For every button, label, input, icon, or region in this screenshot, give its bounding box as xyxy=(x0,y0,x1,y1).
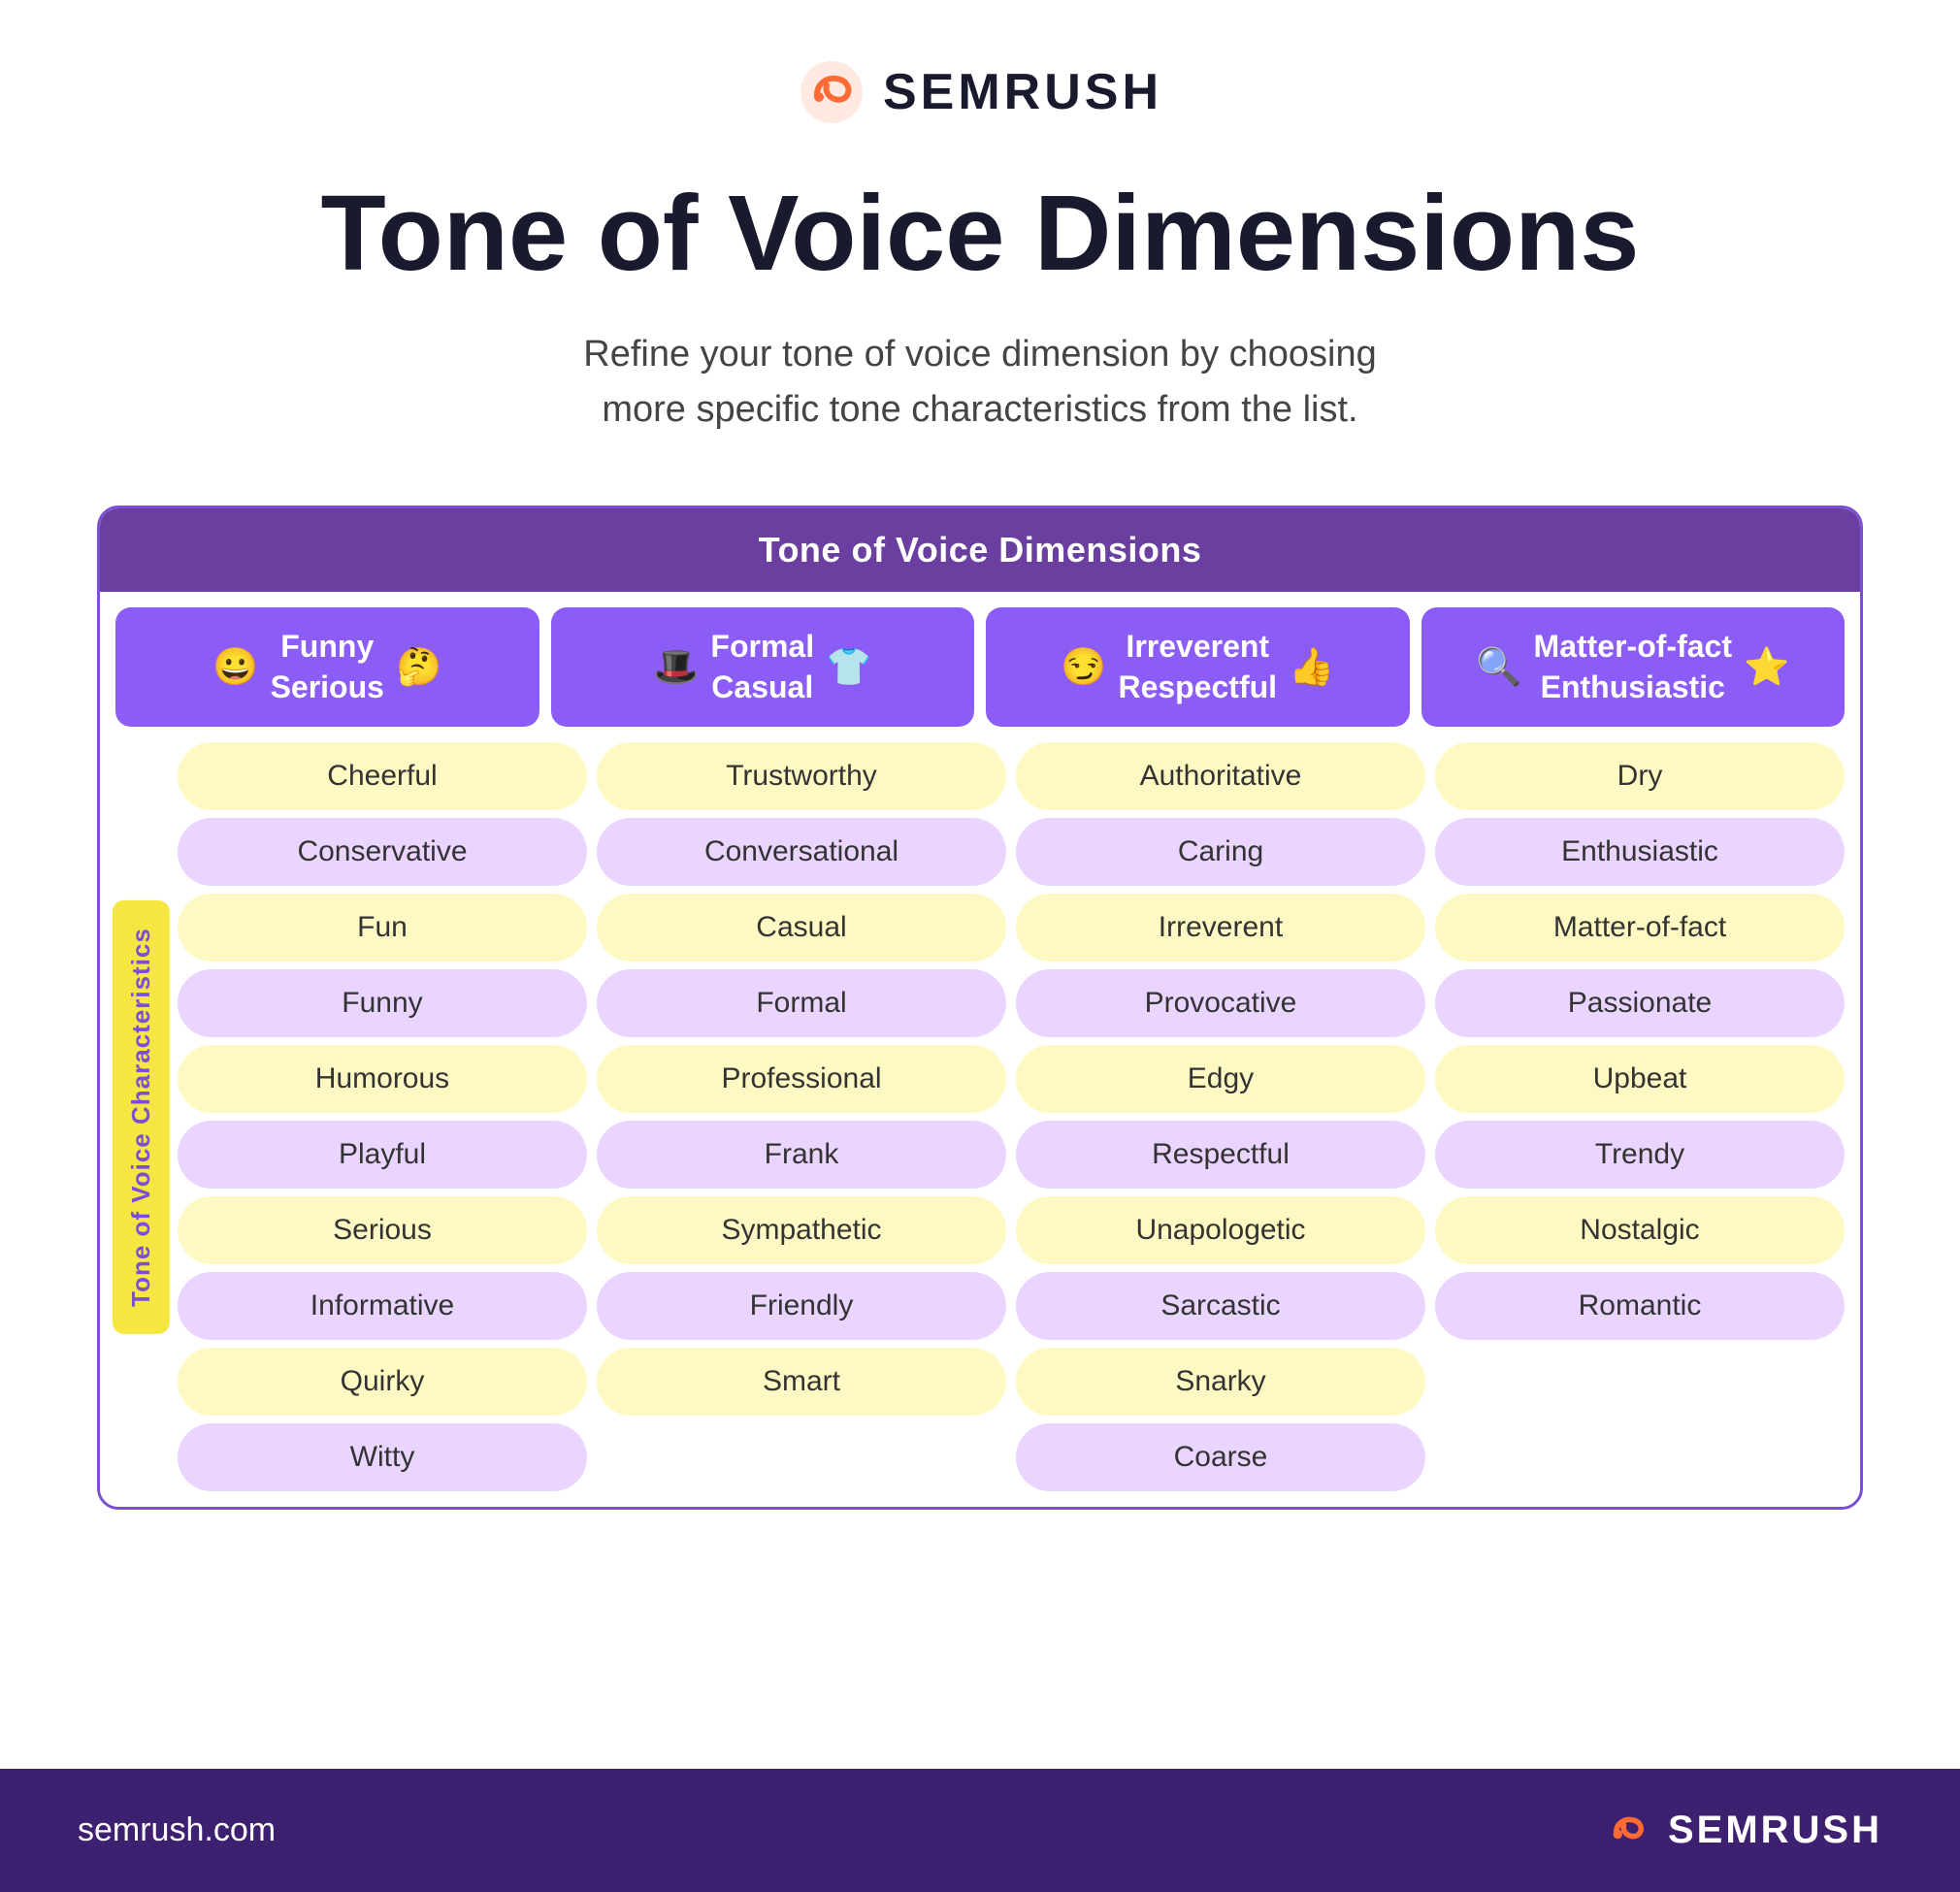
cell-r0c2: Authoritative xyxy=(1016,742,1425,810)
cell-r2c0: Fun xyxy=(178,894,587,962)
cell-r7c1: Friendly xyxy=(597,1272,1006,1340)
col4-emoji-right: ⭐ xyxy=(1744,646,1789,689)
cell-r4c3: Upbeat xyxy=(1435,1045,1845,1113)
cell-r3c1: Formal xyxy=(597,969,1006,1037)
cell-r7c0: Informative xyxy=(178,1272,587,1340)
col-header-matter-enthusiastic: 🔍 Matter-of-factEnthusiastic ⭐ xyxy=(1421,607,1846,727)
cell-r6c1: Sympathetic xyxy=(597,1196,1006,1264)
cell-r5c0: Playful xyxy=(178,1121,587,1189)
cell-r9c1 xyxy=(597,1423,1006,1491)
footer-logo-text: SEMRUSH xyxy=(1668,1809,1882,1852)
col1-emoji-right: 🤔 xyxy=(396,646,441,689)
col2-emoji-left: 🎩 xyxy=(653,646,699,689)
footer-url: semrush.com xyxy=(78,1811,276,1849)
cell-r9c3 xyxy=(1435,1423,1845,1491)
cell-r7c3: Romantic xyxy=(1435,1272,1845,1340)
cell-r9c0: Witty xyxy=(178,1423,587,1491)
cell-r8c1: Smart xyxy=(597,1348,1006,1416)
col1-emoji-left: 😀 xyxy=(212,646,258,689)
cell-r7c2: Sarcastic xyxy=(1016,1272,1425,1340)
cell-r3c3: Passionate xyxy=(1435,969,1845,1037)
cell-r5c2: Respectful xyxy=(1016,1121,1425,1189)
table-row: Cheerful Trustworthy Authoritative Dry xyxy=(178,742,1845,810)
footer-logo: SEMRUSH xyxy=(1601,1804,1882,1857)
cell-r8c3 xyxy=(1435,1348,1845,1416)
table-header-title: Tone of Voice Dimensions xyxy=(100,508,1860,592)
logo-area: SEMRUSH xyxy=(798,58,1162,126)
table-row: Serious Sympathetic Unapologetic Nostalg… xyxy=(178,1196,1845,1264)
cell-r0c0: Cheerful xyxy=(178,742,587,810)
col3-emoji-left: 😏 xyxy=(1061,646,1106,689)
table-row: Informative Friendly Sarcastic Romantic xyxy=(178,1272,1845,1340)
cell-r9c2: Coarse xyxy=(1016,1423,1425,1491)
cell-r6c0: Serious xyxy=(178,1196,587,1264)
cell-r8c2: Snarky xyxy=(1016,1348,1425,1416)
table-row: Humorous Professional Edgy Upbeat xyxy=(178,1045,1845,1113)
cell-r8c0: Quirky xyxy=(178,1348,587,1416)
cell-r2c1: Casual xyxy=(597,894,1006,962)
table-row: Witty Coarse xyxy=(178,1423,1845,1491)
logo-text: SEMRUSH xyxy=(883,63,1162,121)
col3-label: IrreverentRespectful xyxy=(1118,627,1277,707)
cell-r3c2: Provocative xyxy=(1016,969,1425,1037)
col1-label: FunnySerious xyxy=(271,627,384,707)
cell-r0c3: Dry xyxy=(1435,742,1845,810)
cell-r2c2: Irreverent xyxy=(1016,894,1425,962)
side-label-container: Tone of Voice Characteristics xyxy=(115,742,166,1491)
cell-r3c0: Funny xyxy=(178,969,587,1037)
cell-r4c1: Professional xyxy=(597,1045,1006,1113)
footer: semrush.com SEMRUSH xyxy=(0,1769,1960,1892)
semrush-logo-icon xyxy=(798,58,866,126)
cell-r1c2: Caring xyxy=(1016,818,1425,886)
col4-label: Matter-of-factEnthusiastic xyxy=(1534,627,1732,707)
table-row: Funny Formal Provocative Passionate xyxy=(178,969,1845,1037)
cell-r6c3: Nostalgic xyxy=(1435,1196,1845,1264)
side-label: Tone of Voice Characteristics xyxy=(113,900,170,1334)
cell-r4c0: Humorous xyxy=(178,1045,587,1113)
cell-r1c3: Enthusiastic xyxy=(1435,818,1845,886)
column-headers: 😀 FunnySerious 🤔 🎩 FormalCasual 👕 😏 Irre… xyxy=(100,592,1860,727)
cell-r2c3: Matter-of-fact xyxy=(1435,894,1845,962)
cell-r4c2: Edgy xyxy=(1016,1045,1425,1113)
data-section: Tone of Voice Characteristics Cheerful T… xyxy=(100,727,1860,1507)
col-header-formal-casual: 🎩 FormalCasual 👕 xyxy=(551,607,975,727)
page-title: Tone of Voice Dimensions xyxy=(321,175,1640,292)
table-row: Fun Casual Irreverent Matter-of-fact xyxy=(178,894,1845,962)
cell-r6c2: Unapologetic xyxy=(1016,1196,1425,1264)
main-content: SEMRUSH Tone of Voice Dimensions Refine … xyxy=(0,0,1960,1769)
main-table: Tone of Voice Dimensions 😀 FunnySerious … xyxy=(97,506,1863,1510)
col2-label: FormalCasual xyxy=(710,627,814,707)
table-row: Conservative Conversational Caring Enthu… xyxy=(178,818,1845,886)
col-header-irreverent-respectful: 😏 IrreverentRespectful 👍 xyxy=(986,607,1410,727)
table-row: Playful Frank Respectful Trendy xyxy=(178,1121,1845,1189)
cell-r1c0: Conservative xyxy=(178,818,587,886)
page-subtitle: Refine your tone of voice dimension by c… xyxy=(543,327,1417,438)
table-row: Quirky Smart Snarky xyxy=(178,1348,1845,1416)
col2-emoji-right: 👕 xyxy=(826,646,871,689)
cell-r0c1: Trustworthy xyxy=(597,742,1006,810)
data-rows: Cheerful Trustworthy Authoritative Dry C… xyxy=(178,742,1845,1491)
cell-r5c1: Frank xyxy=(597,1121,1006,1189)
col-header-funny-serious: 😀 FunnySerious 🤔 xyxy=(115,607,539,727)
cell-r5c3: Trendy xyxy=(1435,1121,1845,1189)
col3-emoji-right: 👍 xyxy=(1289,646,1334,689)
footer-semrush-icon xyxy=(1601,1804,1654,1857)
col4-emoji-left: 🔍 xyxy=(1476,646,1521,689)
cell-r1c1: Conversational xyxy=(597,818,1006,886)
